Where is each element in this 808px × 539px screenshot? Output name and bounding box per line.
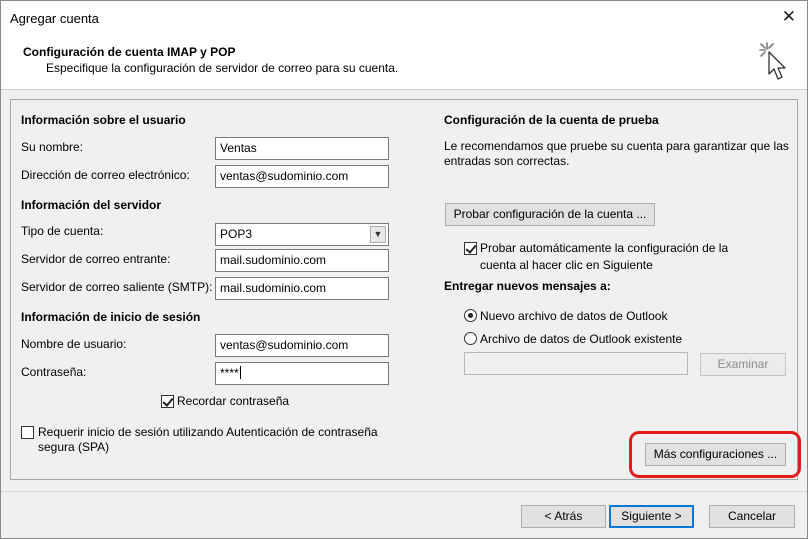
- login-info-heading: Información de inicio de sesión: [21, 310, 201, 324]
- account-type-value: POP3: [220, 227, 253, 241]
- header-subtitle: Especifique la configuración de servidor…: [46, 61, 399, 75]
- test-heading: Configuración de la cuenta de prueba: [444, 113, 659, 127]
- user-info-heading: Información sobre el usuario: [21, 113, 186, 127]
- existing-data-file-label: Archivo de datos de Outlook existente: [480, 332, 683, 346]
- username-label: Nombre de usuario:: [21, 337, 127, 351]
- remember-password-checkbox[interactable]: [161, 395, 174, 408]
- close-icon[interactable]: ✕: [782, 7, 796, 27]
- footer-divider: [1, 491, 807, 492]
- spa-label-line1: Requerir inicio de sesión utilizando Aut…: [38, 425, 378, 439]
- password-label: Contraseña:: [21, 365, 87, 379]
- remember-password-label: Recordar contraseña: [177, 394, 290, 408]
- password-field[interactable]: ****: [215, 362, 389, 385]
- incoming-server-label: Servidor de correo entrante:: [21, 252, 171, 266]
- next-button[interactable]: Siguiente >: [609, 505, 694, 528]
- incoming-server-field[interactable]: mail.sudominio.com: [215, 249, 389, 272]
- new-data-file-label: Nuevo archivo de datos de Outlook: [480, 309, 668, 323]
- test-description-line2: entradas son correctas.: [444, 154, 570, 168]
- window-title: Agregar cuenta: [10, 11, 99, 26]
- title-bar: Agregar cuenta ✕: [1, 1, 807, 34]
- outgoing-server-label: Servidor de correo saliente (SMTP):: [21, 280, 213, 294]
- email-label: Dirección de correo electrónico:: [21, 168, 190, 182]
- username-field[interactable]: ventas@sudominio.com: [215, 334, 389, 357]
- delivery-heading: Entregar nuevos mensajes a:: [444, 279, 611, 293]
- name-label: Su nombre:: [21, 140, 84, 154]
- header-title: Configuración de cuenta IMAP y POP: [23, 45, 236, 59]
- chevron-down-icon[interactable]: ▼: [370, 226, 386, 243]
- dialog-header: Configuración de cuenta IMAP y POP Espec…: [1, 34, 807, 90]
- magic-wand-cursor-icon: [759, 42, 786, 80]
- spa-checkbox[interactable]: [21, 426, 34, 439]
- outgoing-server-field[interactable]: mail.sudominio.com: [215, 277, 389, 300]
- password-value: ****: [220, 366, 239, 380]
- spa-label-line2: segura (SPA): [38, 440, 110, 454]
- test-account-button[interactable]: Probar configuración de la cuenta ...: [445, 203, 655, 226]
- back-button[interactable]: < Atrás: [521, 505, 606, 528]
- email-field[interactable]: ventas@sudominio.com: [215, 165, 389, 188]
- cancel-button[interactable]: Cancelar: [709, 505, 795, 528]
- add-account-dialog: Agregar cuenta ✕ Configuración de cuenta…: [0, 0, 808, 539]
- data-file-path-field[interactable]: [464, 352, 688, 375]
- new-data-file-radio[interactable]: [464, 309, 477, 322]
- text-caret: [239, 366, 241, 379]
- server-info-heading: Información del servidor: [21, 198, 162, 212]
- test-description-line1: Le recomendamos que pruebe su cuenta par…: [444, 139, 789, 153]
- browse-button[interactable]: Examinar: [700, 353, 786, 376]
- auto-test-label-line2: cuenta al hacer clic en Siguiente: [480, 258, 653, 272]
- auto-test-checkbox[interactable]: [464, 242, 477, 255]
- name-field[interactable]: Ventas: [215, 137, 389, 160]
- auto-test-label-line1: Probar automáticamente la configuración …: [480, 241, 729, 255]
- red-highlight-annotation: [629, 431, 801, 478]
- account-type-select[interactable]: POP3 ▼: [215, 223, 389, 246]
- account-type-label: Tipo de cuenta:: [21, 224, 104, 238]
- existing-data-file-radio[interactable]: [464, 332, 477, 345]
